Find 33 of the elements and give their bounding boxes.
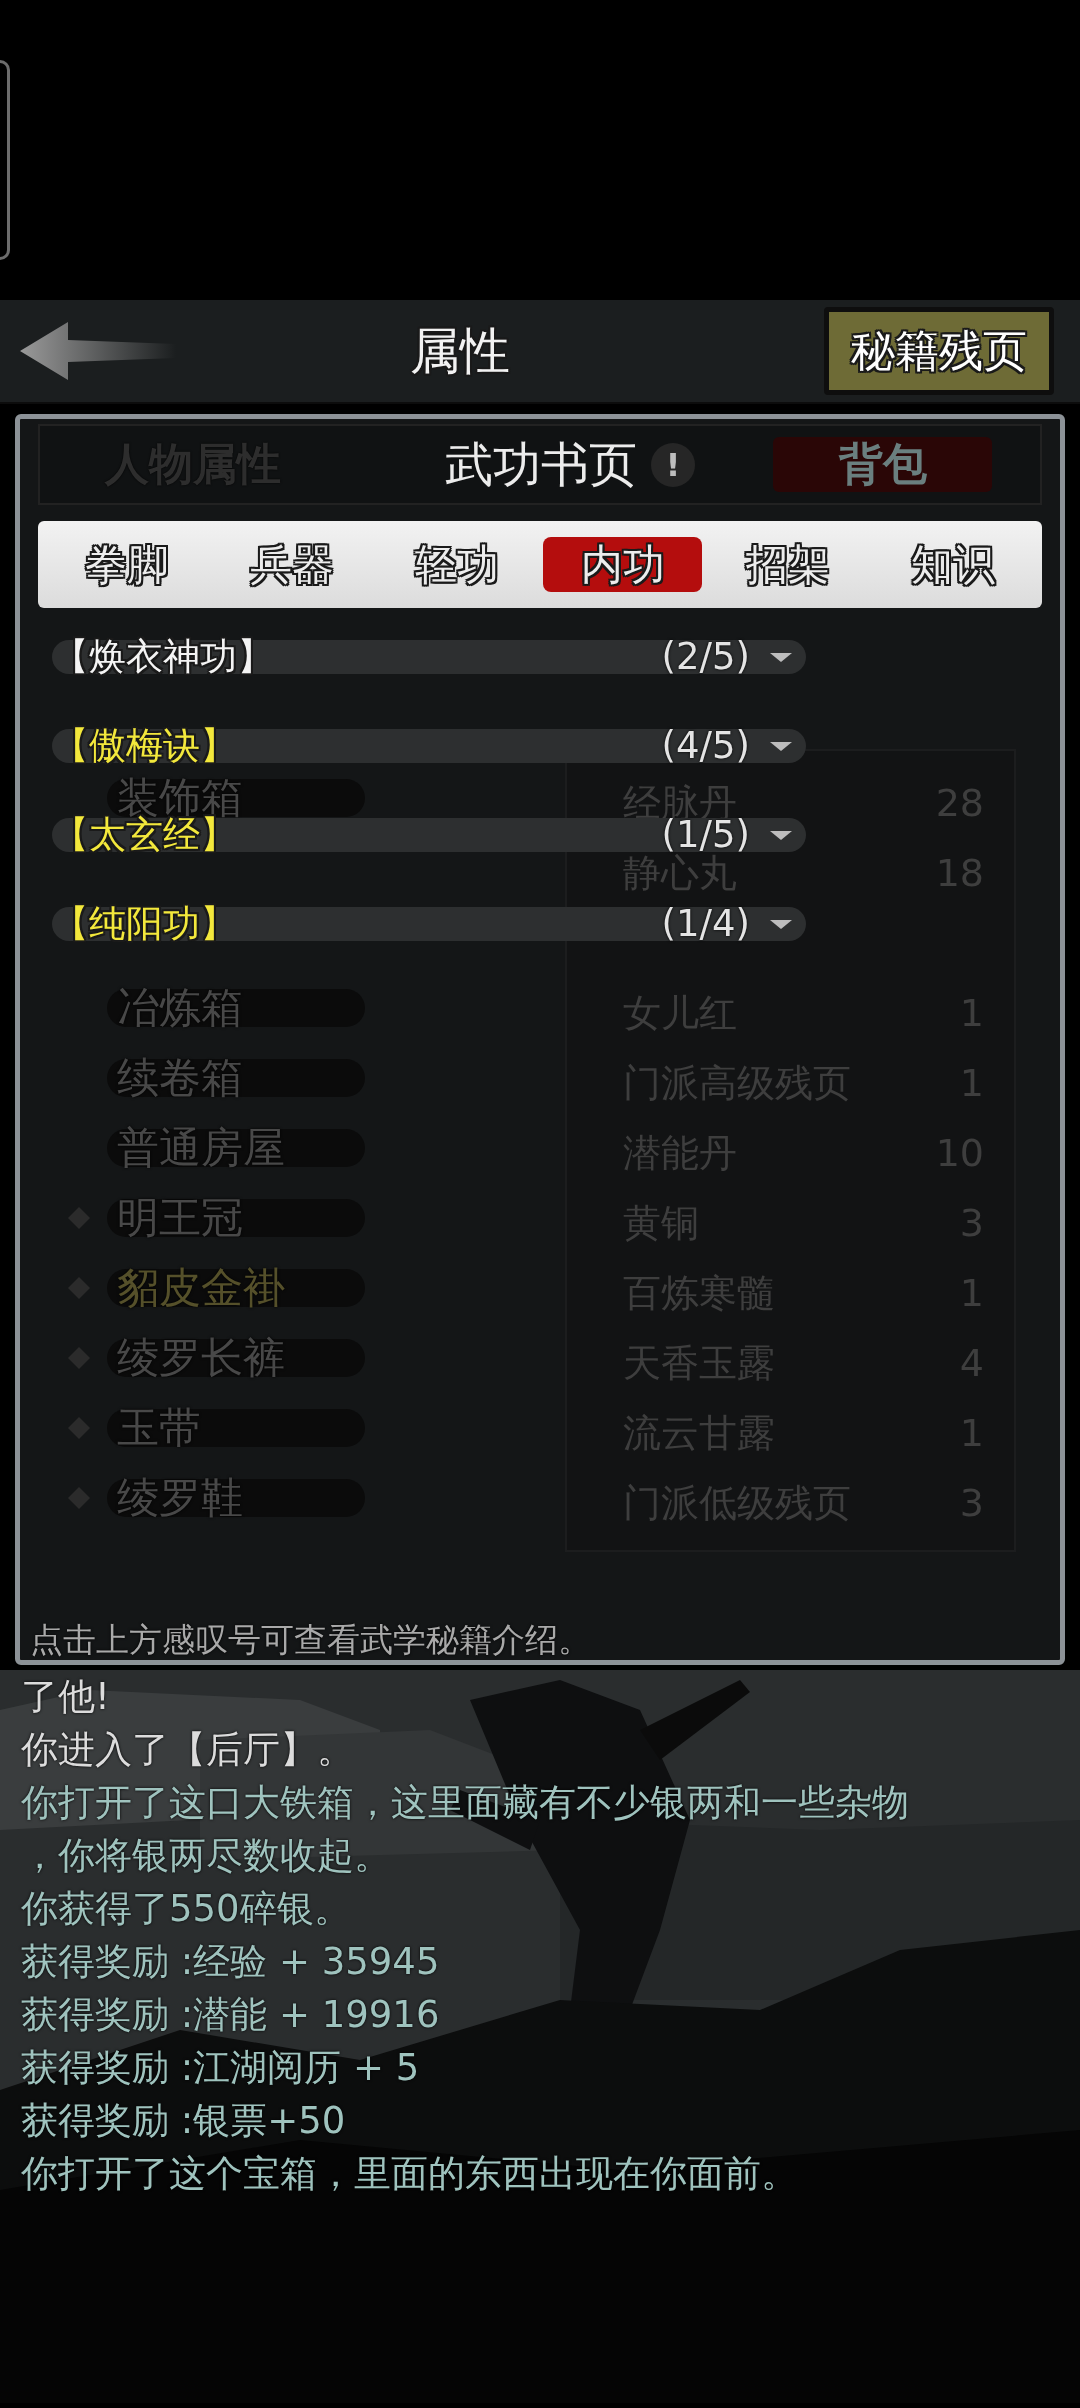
item-name: 绫罗鞋 <box>117 1472 243 1524</box>
caret-icon <box>770 650 792 663</box>
log-line: 获得奖励 :潜能 + 19916 <box>21 1992 440 2038</box>
panel-title: 武功书页 <box>445 434 637 494</box>
category-tab[interactable]: 拳脚 <box>47 537 207 592</box>
category-tab[interactable]: 轻功 <box>377 537 537 592</box>
item-name: 貂皮金褂 <box>117 1262 285 1314</box>
item-name: 玉带 <box>117 1402 201 1454</box>
screen-title: 属性 <box>409 320 511 382</box>
item-name: 冶炼箱 <box>117 982 243 1034</box>
log-line: ，你将银两尽数收起。 <box>21 1833 391 1879</box>
log-line: 获得奖励 :银票+50 <box>21 2098 346 2144</box>
log-line: 你进入了【后厅】。 <box>21 1727 354 1773</box>
caret-icon <box>770 828 792 841</box>
category-tab[interactable]: 知识 <box>873 537 1033 592</box>
category-tab[interactable]: 内功 <box>543 537 703 592</box>
item-name: 普通房屋 <box>117 1122 285 1174</box>
log-line: 你获得了550碎银。 <box>21 1886 351 1932</box>
item-name: 续卷箱 <box>117 1052 243 1104</box>
caret-icon <box>770 739 792 752</box>
category-tab[interactable]: 招架 <box>708 537 868 592</box>
log-line: 获得奖励 :江湖阅历 + 5 <box>21 2045 420 2091</box>
caret-icon <box>770 917 792 930</box>
item-name: 明王冠 <box>117 1192 243 1244</box>
log-line: 获得奖励 :经验 + 35945 <box>21 1939 440 1985</box>
item-name: 绫罗长裤 <box>117 1332 285 1384</box>
category-tab[interactable]: 兵器 <box>212 537 372 592</box>
log-line: 你打开了这口大铁箱，这里面藏有不少银两和一些杂物 <box>21 1780 909 1826</box>
hint-text: 点击上方感叹号可查看武学秘籍介绍。 <box>30 1618 592 1661</box>
info-button[interactable]: ! <box>651 442 695 487</box>
log-line: 你打开了这个宝箱，里面的东西出现在你面前。 <box>21 2151 798 2197</box>
fragments-button[interactable]: 秘籍残页 <box>824 307 1054 395</box>
log-line: 了他! <box>21 1674 110 1720</box>
